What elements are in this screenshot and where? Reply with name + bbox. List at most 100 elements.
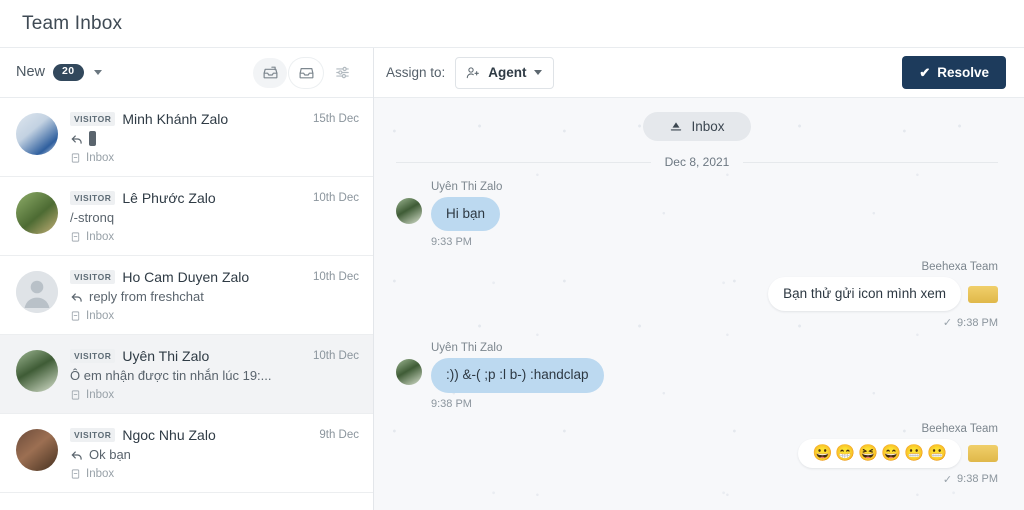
assignee-name: Agent [488, 65, 527, 80]
conversation-item-body: VISITOR Ngoc Nhu Zalo 9th Dec Ok bạn Inbox [70, 427, 359, 480]
conversation-folder-label: Inbox [86, 310, 115, 322]
conversation-list-panel: New 20 VISITOR Minh Khánh Zalo 15th Dec … [0, 48, 374, 510]
page-title: Team Inbox [22, 12, 123, 34]
reply-arrow-icon [71, 292, 82, 302]
chat-message-area[interactable]: Inbox Dec 8, 2021 Uyên Thi Zalo Hi bạn 9:3… [374, 98, 1024, 510]
inbox-folder-icon [71, 390, 80, 400]
conversation-contact-name: Uyên Thi Zalo [122, 348, 210, 364]
sticker-thumbnail-icon [968, 285, 998, 303]
message-column: Uyên Thi Zalo :)) &-( ;p :l b-) :handclap… [431, 342, 604, 410]
inbox-folder-icon [71, 311, 80, 321]
unread-count-badge: 20 [53, 64, 84, 81]
conversation-folder: Inbox [70, 310, 359, 322]
chevron-down-icon [533, 70, 542, 75]
date-divider-label: Dec 8, 2021 [664, 155, 730, 169]
conversation-folder: Inbox [70, 389, 359, 401]
message-meta: 9:38 PM [431, 398, 604, 410]
conversation-preview: Ok bạn [70, 447, 359, 462]
inbox-tray-icon-button[interactable] [253, 57, 287, 88]
visitor-badge: VISITOR [70, 349, 116, 363]
conversation-item-body: VISITOR Uyên Thi Zalo 10th Dec Ô em nhận đư… [70, 348, 359, 401]
conversation-item-body: VISITOR Minh Khánh Zalo 15th Dec Inbox [70, 111, 359, 164]
resolve-button[interactable]: ✔ Resolve [902, 56, 1006, 89]
conversation-list-item[interactable]: VISITOR Ngoc Nhu Zalo 9th Dec Ok bạn Inbox [0, 414, 373, 493]
conversation-preview-text: Ô em nhận được tin nhắn lúc 19:... [70, 368, 272, 383]
message-sender-name: Uyên Thi Zalo [431, 342, 503, 355]
resolve-button-label: Resolve [937, 65, 989, 80]
agent-person-icon [467, 66, 480, 78]
conversation-date: 10th Dec [312, 350, 359, 362]
conversation-date: 9th Dec [319, 429, 359, 441]
message-meta: ✓ 9:38 PM [943, 316, 998, 330]
avatar [16, 429, 58, 471]
conversation-list-item[interactable]: VISITOR Minh Khánh Zalo 15th Dec Inbox [0, 98, 373, 177]
conversation-folder-label: Inbox [86, 231, 115, 243]
visitor-badge: VISITOR [70, 191, 116, 205]
conversation-list-item[interactable]: VISITOR Ho Cam Duyen Zalo 10th Dec reply fr… [0, 256, 373, 335]
inbox-tray-active-icon-button[interactable] [289, 57, 323, 88]
message-bubble: :)) &-( ;p :l b-) :handclap [431, 358, 604, 393]
message-avatar [396, 198, 422, 224]
conversation-folder-label: Inbox [86, 468, 115, 480]
channel-pill-label: Inbox [691, 119, 725, 134]
message-bubble-row: :)) &-( ;p :l b-) :handclap [431, 358, 604, 393]
conversation-list-item[interactable]: VISITOR Lê Phước Zalo 10th Dec /-stronq Inbo… [0, 177, 373, 256]
conversation-preview-text: reply from freshchat [89, 289, 204, 304]
filter-sliders-icon-button[interactable] [325, 58, 359, 88]
conversation-preview: reply from freshchat [70, 289, 359, 304]
conversation-folder-label: Inbox [86, 389, 115, 401]
conversation-item-title-row: VISITOR Lê Phước Zalo 10th Dec [70, 190, 359, 206]
emoji-icon: 😆 [858, 444, 879, 462]
message-bubble: 😀 😁 😆 😄 😬 😬 [798, 438, 961, 468]
avatar-image [16, 192, 58, 234]
conversation-contact-name: Ngoc Nhu Zalo [122, 427, 216, 443]
conversation-folder-label: Inbox [86, 152, 115, 164]
conversation-contact-name: Lê Phước Zalo [122, 190, 216, 206]
status-filter-dropdown[interactable]: New 20 [16, 64, 102, 81]
emoji-icon: 😄 [881, 444, 902, 462]
message-meta: 9:33 PM [431, 236, 502, 248]
inbox-folder-icon [71, 469, 80, 479]
avatar [16, 192, 58, 234]
chat-header: Assign to: Agent ✔ Resolve [374, 48, 1024, 98]
conversation-contact-name: Ho Cam Duyen Zalo [122, 269, 250, 285]
conversation-item-title-row: VISITOR Ho Cam Duyen Zalo 10th Dec [70, 269, 359, 285]
conversation-preview: /-stronq [70, 210, 359, 225]
chat-panel: Assign to: Agent ✔ Resolve Inbox Dec 8, … [374, 48, 1024, 510]
delivered-check-icon: ✓ [942, 473, 953, 486]
conversation-item-body: VISITOR Ho Cam Duyen Zalo 10th Dec reply fr… [70, 269, 359, 322]
conversation-list-header: New 20 [0, 48, 373, 98]
conversation-preview-text: /-stronq [70, 210, 115, 225]
chat-message: Beehexa Team Bạn thử gửi icon mình xem ✓ 9:… [396, 261, 998, 329]
message-sender-name: Beehexa Team [921, 261, 998, 274]
conversation-contact-name: Minh Khánh Zalo [122, 111, 229, 127]
channel-pill: Inbox [643, 112, 751, 141]
message-column: Beehexa Team Bạn thử gửi icon mình xem ✓ 9:… [768, 261, 998, 329]
emoji-icon: 😬 [927, 444, 947, 462]
conversation-item-title-row: VISITOR Uyên Thi Zalo 10th Dec [70, 348, 359, 364]
conversation-item-body: VISITOR Lê Phước Zalo 10th Dec /-stronq Inbo… [70, 190, 359, 243]
conversation-folder: Inbox [70, 231, 359, 243]
message-meta: ✓ 9:38 PM [943, 473, 998, 486]
default-person-avatar-icon [16, 271, 58, 313]
assign-to-label: Assign to: [386, 65, 446, 80]
conversation-list: VISITOR Minh Khánh Zalo 15th Dec Inbox VISIT… [0, 98, 373, 510]
avatar [16, 113, 58, 155]
top-bar: Team Inbox [0, 0, 1024, 48]
inbox-folder-icon [71, 232, 80, 242]
chat-message: Uyên Thi Zalo :)) &-( ;p :l b-) :handclap… [396, 342, 998, 410]
avatar-image [16, 429, 58, 471]
conversation-list-item[interactable]: VISITOR Uyên Thi Zalo 10th Dec Ô em nhận đư… [0, 335, 373, 414]
visitor-badge: VISITOR [70, 428, 116, 442]
conversation-folder: Inbox [70, 152, 359, 164]
assignee-dropdown[interactable]: Agent [455, 56, 554, 89]
message-bubble-row: Bạn thử gửi icon mình xem [768, 277, 998, 312]
conversation-item-title-row: VISITOR Minh Khánh Zalo 15th Dec [70, 111, 359, 127]
avatar-image [16, 271, 58, 313]
conversation-preview [70, 131, 359, 146]
message-timestamp: 9:38 PM [431, 397, 472, 410]
chat-message: Uyên Thi Zalo Hi bạn 9:33 PM [396, 181, 998, 248]
message-avatar [396, 359, 422, 386]
message-column: Uyên Thi Zalo Hi bạn 9:33 PM [431, 181, 502, 248]
check-icon: ✔ [919, 65, 931, 80]
